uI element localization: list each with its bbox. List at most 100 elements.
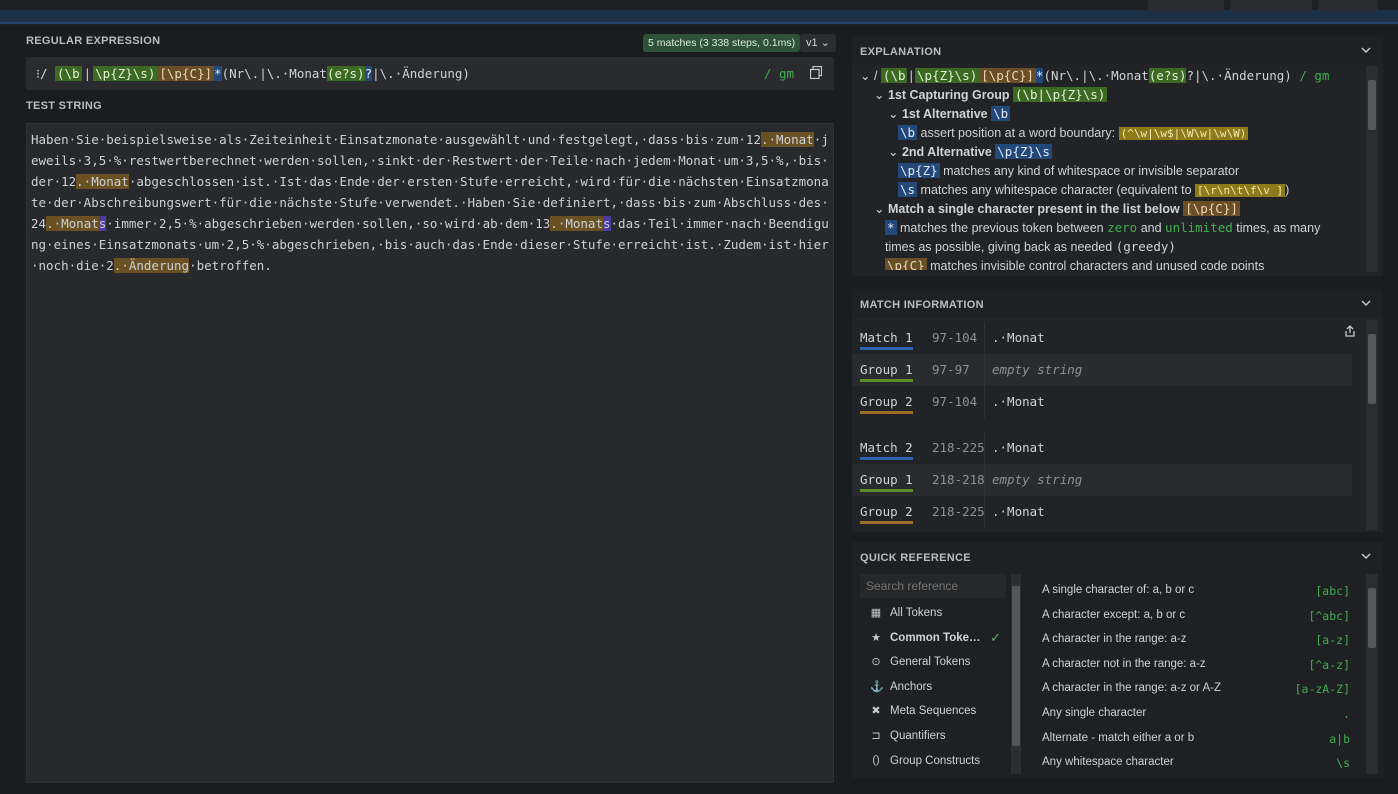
quick-ref-entry[interactable]: A character except: a, b or c [^abc] — [1036, 604, 1356, 628]
category-label: Group Constructs — [890, 754, 981, 767]
quick-ref-entry[interactable]: A single character of: a, b or c [abc] — [1036, 579, 1356, 603]
exp-flags: / gm — [1299, 68, 1330, 83]
exp-pz-desc: \p{Z} matches any kind of whitespace or … — [898, 163, 1239, 178]
categories-scroll-thumb[interactable] — [1012, 586, 1020, 746]
match-row-name: Group 2 — [860, 394, 913, 414]
quick-ref-category[interactable]: ▦ All Tokens — [860, 602, 1005, 626]
explanation-scroll-thumb[interactable] — [1368, 80, 1376, 130]
match-row-range: 218-225 — [932, 504, 985, 519]
explanation-scrollbar[interactable] — [1366, 66, 1378, 272]
top-tab-1[interactable] — [1148, 0, 1224, 12]
match-info-row[interactable]: Group 1 97-97 empty string — [852, 354, 1352, 386]
quick-ref-entry[interactable]: A character in the range: a-z [a-z] — [1036, 628, 1356, 652]
category-icon: ★ — [871, 631, 881, 644]
quick-ref-title: QUICK REFERENCE — [860, 552, 971, 564]
exp-group1[interactable]: ⌄ 1st Capturing Group (\b|\p{Z}\s) — [874, 87, 1108, 102]
quick-ref-category[interactable]: () Group Constructs — [860, 750, 1005, 774]
exp-group1-token: (\b|\p{Z}\s) — [1012, 87, 1108, 102]
quick-ref-entry[interactable]: Alternate - match either a or b a|b — [1036, 727, 1356, 751]
category-label: All Tokens — [890, 607, 943, 619]
quick-ref-category[interactable]: ⊐ Quantifiers — [860, 725, 1005, 749]
match-info-scroll-thumb[interactable] — [1368, 334, 1376, 404]
exp-alt1[interactable]: ⌄ 1st Alternative \b — [888, 106, 1011, 121]
match-row-name: Group 1 — [860, 472, 913, 492]
quick-ref-category[interactable]: ★ Common Toke… ✓ — [860, 627, 1005, 651]
category-icon: ✖ — [871, 705, 881, 718]
match-info-row[interactable]: Match 2 218-225 .·Monat — [852, 432, 1352, 464]
exp-pc-desc: \p{C} matches invisible control characte… — [885, 258, 1264, 270]
entry-description: A character not in the range: a-z — [1042, 657, 1206, 670]
exp-pz-text: matches any kind of whitespace or invisi… — [943, 164, 1240, 178]
exp-star-zero: zero — [1107, 220, 1138, 235]
quick-ref-category[interactable]: ⚓ Anchors — [860, 676, 1005, 700]
quick-ref-category[interactable]: ⊙ General Tokens — [860, 651, 1005, 675]
top-tab-2[interactable] — [1230, 0, 1312, 12]
explanation-root[interactable]: ⌄ / (\b | \p{Z}\s) [\p{C}] *(Nr\.|\.·Monat(e… — [860, 68, 1329, 83]
quick-ref-category[interactable]: ✖ Meta Sequences — [860, 700, 1005, 724]
entry-code: [a-z] — [1315, 633, 1350, 648]
exp-star-desc-2: times as possible, giving back as needed… — [885, 239, 1176, 254]
exp-star-desc: * matches the previous token between zer… — [885, 220, 1320, 235]
match-info-scrollbar[interactable] — [1366, 320, 1378, 530]
top-tab-3[interactable] — [1318, 0, 1378, 12]
quick-reference-panel: QUICK REFERENCE ▦ All Tokens ★ Common Toke…… — [852, 542, 1383, 778]
match-row-separator — [984, 354, 985, 386]
categories-scrollbar[interactable] — [1011, 574, 1021, 774]
entry-description: A single character of: a, b or c — [1042, 584, 1195, 596]
exp-star-text2: times, as many — [1236, 221, 1321, 235]
quick-ref-entry[interactable]: A character not in the range: a-z [^a-z] — [1036, 653, 1356, 677]
regex-flags[interactable]: / gm — [764, 66, 794, 81]
entry-code: \s — [1336, 756, 1350, 771]
version-select[interactable]: v1 ⌄ — [800, 34, 836, 52]
test-string-text[interactable]: Haben·Sie·beispielsweise·als·Zeiteinheit… — [31, 129, 831, 276]
entry-description: Any whitespace character — [1042, 756, 1174, 769]
exp-star-greedy: (greedy) — [1115, 239, 1176, 254]
match-row-range: 97-97 — [932, 362, 970, 377]
copy-icon[interactable] — [810, 66, 822, 79]
exp-alt2[interactable]: ⌄ 2nd Alternative \p{Z}\s — [888, 144, 1052, 159]
category-label: Anchors — [890, 680, 933, 693]
exp-set[interactable]: ⌄ Match a single character present in th… — [874, 201, 1240, 216]
category-icon: ⚓ — [870, 680, 884, 693]
explanation-body: ⌄ / (\b | \p{Z}\s) [\p{C}] *(Nr\.|\.·Monat(e… — [852, 64, 1383, 276]
chevron-down-icon[interactable] — [1361, 298, 1371, 308]
regex-label: REGULAR EXPRESSION — [26, 35, 161, 47]
entry-code: a|b — [1329, 731, 1350, 746]
match-info-row[interactable]: Group 1 218-218 empty string — [852, 464, 1352, 496]
exp-s-text: matches any whitespace character (equiva… — [920, 183, 1192, 197]
regex-text[interactable]: ⁝/ (\b | \p{Z}\s) [\p{C}] *(Nr\.|\.·Monat(e?… — [36, 66, 470, 81]
quick-ref-entry[interactable]: Any whitespace character \s — [1036, 751, 1356, 775]
match-row-value: .·Monat — [992, 504, 1045, 519]
match-row-value: .·Monat — [992, 440, 1045, 455]
exp-star-unlimited: unlimited — [1165, 220, 1233, 235]
entries-scrollbar[interactable] — [1366, 574, 1378, 774]
regex-prefix: ⁝/ — [36, 66, 48, 81]
match-info-row[interactable]: Group 2 97-104 .·Monat — [852, 386, 1352, 418]
match-row-separator — [984, 432, 985, 464]
regex-token: \.·Änderung) — [379, 66, 470, 81]
category-icon: ▦ — [870, 607, 882, 619]
test-string-editor[interactable]: Haben·Sie·beispielsweise·als·Zeiteinheit… — [26, 123, 834, 783]
match-row-name: Group 1 — [860, 362, 913, 382]
chevron-down-icon[interactable] — [1361, 45, 1371, 55]
regex-input[interactable]: ⁝/ (\b | \p{Z}\s) [\p{C}] *(Nr\.|\.·Monat(e?… — [26, 57, 834, 90]
entry-description: Alternate - match either a or b — [1042, 731, 1195, 744]
match-row-name: Group 2 — [860, 504, 913, 524]
entry-code: [^a-z] — [1308, 657, 1350, 672]
test-string-label: TEST STRING — [26, 100, 103, 112]
category-label: General Tokens — [890, 656, 971, 669]
entries-scroll-thumb[interactable] — [1368, 588, 1376, 648]
category-label: Common Toke… — [890, 631, 981, 644]
match-highlight: .·Monat — [761, 132, 814, 147]
exp-pc-text: matches invisible control characters and… — [930, 259, 1265, 270]
match-row-range: 97-104 — [932, 394, 978, 409]
quick-ref-entry[interactable]: A character in the range: a-z or A-Z [a-z… — [1036, 677, 1356, 701]
top-bar — [0, 0, 1398, 26]
exp-alt2-label: 2nd Alternative — [901, 145, 992, 159]
match-info-row[interactable]: Match 1 97-104 .·Monat — [852, 322, 1352, 354]
quick-ref-entry[interactable]: Any single character. — [1036, 702, 1356, 726]
match-info-row[interactable]: Group 2 218-225 .·Monat — [852, 496, 1352, 528]
exp-b-text: assert position at a word boundary: — [920, 126, 1116, 140]
search-reference-input[interactable] — [860, 574, 1006, 598]
chevron-down-icon[interactable] — [1361, 551, 1371, 561]
